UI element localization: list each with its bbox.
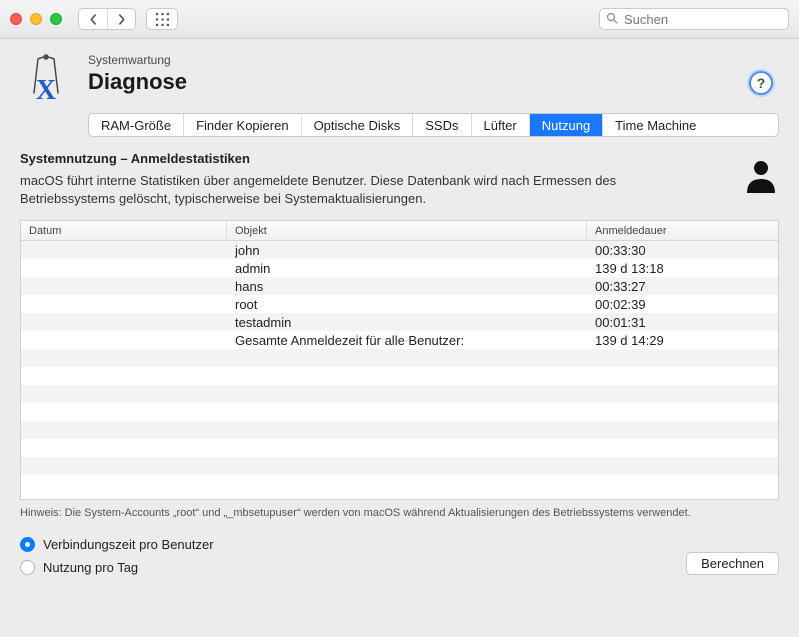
app-icon: X [18, 53, 74, 109]
table-row[interactable] [21, 367, 778, 385]
cell-object: testadmin [227, 313, 587, 331]
cell-duration [587, 421, 778, 439]
usage-table: Datum Objekt Anmeldedauer john00:33:30ad… [20, 220, 779, 500]
help-button[interactable]: ? [749, 71, 773, 95]
tab-ram-gr-e[interactable]: RAM-Größe [89, 114, 184, 136]
table-row[interactable]: hans00:33:27 [21, 277, 778, 295]
cell-object [227, 457, 587, 475]
cell-duration: 00:33:30 [587, 241, 778, 259]
cell-date [21, 313, 227, 331]
window-controls [10, 13, 62, 25]
table-row[interactable]: Gesamte Anmeldezeit für alle Benutzer:13… [21, 331, 778, 349]
cell-date [21, 403, 227, 421]
column-date[interactable]: Datum [21, 221, 227, 240]
cell-object [227, 421, 587, 439]
cell-date [21, 277, 227, 295]
cell-date [21, 475, 227, 493]
cell-object: Gesamte Anmeldezeit für alle Benutzer: [227, 331, 587, 349]
table-row[interactable] [21, 421, 778, 439]
tab-nutzung[interactable]: Nutzung [530, 114, 603, 136]
tab-bar: RAM-GrößeFinder KopierenOptische DisksSS… [88, 113, 779, 137]
cell-object: john [227, 241, 587, 259]
table-row[interactable] [21, 385, 778, 403]
titlebar [0, 0, 799, 39]
cell-duration: 139 d 14:29 [587, 331, 778, 349]
cell-date [21, 259, 227, 277]
column-object[interactable]: Objekt [227, 221, 587, 240]
table-row[interactable] [21, 475, 778, 493]
table-row[interactable]: root00:02:39 [21, 295, 778, 313]
forward-button[interactable] [107, 9, 135, 29]
radio-per-day-label: Nutzung pro Tag [43, 560, 138, 575]
cell-object [227, 367, 587, 385]
tab-optische-disks[interactable]: Optische Disks [302, 114, 414, 136]
cell-duration [587, 475, 778, 493]
radio-per-user[interactable]: Verbindungszeit pro Benutzer [20, 537, 214, 552]
cell-date [21, 439, 227, 457]
radio-per-day[interactable]: Nutzung pro Tag [20, 560, 214, 575]
table-row[interactable] [21, 457, 778, 475]
section-description: macOS führt interne Statistiken über ang… [20, 172, 680, 208]
nav-back-forward [78, 8, 136, 30]
minimize-window-button[interactable] [30, 13, 42, 25]
cell-date [21, 349, 227, 367]
table-row[interactable]: admin139 d 13:18 [21, 259, 778, 277]
cell-object: hans [227, 277, 587, 295]
cell-date [21, 385, 227, 403]
cell-duration [587, 457, 778, 475]
cell-object [227, 403, 587, 421]
calculate-button[interactable]: Berechnen [686, 552, 779, 575]
cell-date [21, 421, 227, 439]
cell-object [227, 385, 587, 403]
cell-duration: 00:02:39 [587, 295, 778, 313]
cell-duration [587, 385, 778, 403]
cell-date [21, 367, 227, 385]
cell-duration [587, 403, 778, 421]
table-row[interactable] [21, 403, 778, 421]
radio-dot-icon [20, 537, 35, 552]
tab-time-machine[interactable]: Time Machine [603, 114, 708, 136]
footnote: Hinweis: Die System-Accounts „root“ und … [20, 506, 779, 521]
svg-text:X: X [36, 75, 56, 106]
page-title: Diagnose [88, 69, 187, 95]
cell-duration: 00:01:31 [587, 313, 778, 331]
cell-duration [587, 439, 778, 457]
cell-duration [587, 349, 778, 367]
table-row[interactable]: testadmin00:01:31 [21, 313, 778, 331]
cell-object [227, 475, 587, 493]
cell-date [21, 331, 227, 349]
radio-dot-icon [20, 560, 35, 575]
search-field[interactable] [599, 8, 789, 30]
cell-object [227, 349, 587, 367]
cell-duration: 00:33:27 [587, 277, 778, 295]
section-title: Systemnutzung – Anmeldestatistiken [20, 151, 731, 166]
search-input[interactable] [624, 12, 782, 27]
cell-date [21, 457, 227, 475]
tab-l-fter[interactable]: Lüfter [472, 114, 530, 136]
fullscreen-window-button[interactable] [50, 13, 62, 25]
breadcrumb[interactable]: Systemwartung [88, 53, 187, 67]
cell-duration [587, 367, 778, 385]
radio-per-user-label: Verbindungszeit pro Benutzer [43, 537, 214, 552]
cell-object: admin [227, 259, 587, 277]
cell-object [227, 439, 587, 457]
cell-object: root [227, 295, 587, 313]
cell-date [21, 295, 227, 313]
close-window-button[interactable] [10, 13, 22, 25]
table-header: Datum Objekt Anmeldedauer [21, 221, 778, 241]
tab-finder-kopieren[interactable]: Finder Kopieren [184, 114, 302, 136]
column-duration[interactable]: Anmeldedauer [587, 221, 778, 240]
grid-view-button[interactable] [146, 8, 178, 30]
cell-date [21, 241, 227, 259]
table-row[interactable] [21, 349, 778, 367]
table-row[interactable] [21, 439, 778, 457]
person-icon [743, 157, 779, 193]
tab-ssds[interactable]: SSDs [413, 114, 471, 136]
back-button[interactable] [79, 9, 107, 29]
search-icon [606, 12, 618, 27]
cell-duration: 139 d 13:18 [587, 259, 778, 277]
table-row[interactable]: john00:33:30 [21, 241, 778, 259]
